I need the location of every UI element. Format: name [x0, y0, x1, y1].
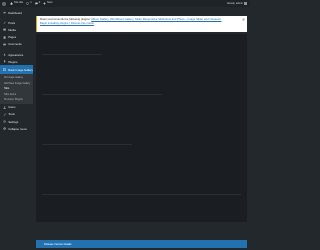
menu-label: Posts	[8, 20, 16, 25]
posts-icon	[3, 21, 6, 25]
menu-users[interactable]: Users	[0, 104, 33, 111]
divider	[42, 54, 102, 55]
gallery-editor-panel	[36, 34, 247, 222]
menu-tools[interactable]: Tools	[0, 111, 33, 118]
home-icon	[10, 2, 13, 5]
comments-icon	[3, 43, 6, 46]
menu-collapse[interactable]: Collapse menu	[0, 125, 33, 132]
menu-media[interactable]: Media	[0, 26, 33, 33]
divider	[42, 194, 241, 195]
menu-rank-image-gallery[interactable]: Rank Image Gallery	[0, 65, 33, 74]
new-label: New	[47, 1, 53, 5]
menu-label: Comments	[8, 42, 22, 47]
gallery-submenu: All Image Gallery Add New Image Gallery …	[0, 73, 33, 104]
menu-label: Tools	[8, 112, 15, 117]
admin-sidebar: Dashboard Posts Media Pages Comments App…	[0, 7, 33, 250]
plus-icon	[43, 2, 46, 5]
comments-icon	[34, 2, 38, 5]
wordpress-logo-icon[interactable]: W	[1, 1, 7, 6]
menu-dashboard[interactable]: Dashboard	[0, 9, 33, 16]
tools-icon	[3, 113, 6, 116]
menu-label: Media	[8, 27, 16, 32]
menu-label: Users	[8, 105, 16, 110]
account-menu[interactable]: Howdy, admin	[227, 2, 247, 5]
menu-appearance[interactable]: Appearance	[0, 51, 33, 58]
comments-count: 0	[38, 1, 41, 5]
comments-link[interactable]: 0	[34, 1, 41, 5]
divider	[42, 94, 162, 95]
pages-icon	[3, 35, 6, 39]
submenu-premium-plugins[interactable]: Premium Plugins	[0, 97, 33, 103]
divider	[42, 144, 132, 145]
menu-label: Collapse menu	[8, 126, 27, 131]
account-label: Howdy, admin	[226, 2, 243, 5]
appearance-icon	[3, 53, 6, 56]
menu-settings[interactable]: Settings	[0, 118, 33, 125]
menu-label: Settings	[8, 119, 19, 124]
notice-plugin-links[interactable]: Album Gallery, WordPress Gallery, Slider…	[91, 17, 221, 21]
updates-link[interactable]: 1	[26, 1, 32, 5]
menu-posts[interactable]: Posts	[0, 19, 33, 26]
plugin-notice: Rutor recommends the following plugins: …	[36, 16, 247, 32]
media-icon	[3, 28, 6, 31]
admin-bar: W Site title 1 0 New Howdy, admin	[0, 0, 250, 7]
collapse-icon	[3, 127, 6, 131]
menu-label: Dashboard	[8, 10, 22, 15]
avatar	[244, 2, 247, 5]
settings-icon	[3, 120, 6, 123]
release-details-label: Release Version Details	[44, 242, 72, 246]
notice-actions-link[interactable]: Begin installing plugins | Dismiss this …	[40, 21, 94, 25]
gallery-icon	[3, 68, 7, 71]
dismiss-icon[interactable]	[242, 18, 245, 21]
new-content-link[interactable]: New	[43, 2, 52, 5]
main-content: Rutor recommends the following plugins: …	[33, 7, 250, 250]
users-icon	[3, 105, 6, 109]
menu-label: Appearance	[8, 52, 24, 57]
menu-plugins[interactable]: Plugins	[0, 58, 33, 65]
menu-label: Plugins	[8, 59, 18, 64]
release-details-bar[interactable]: Release Version Details	[36, 240, 247, 248]
dashboard-icon	[3, 11, 6, 14]
menu-label: Pages	[8, 35, 17, 40]
menu-label: Rank Image Gallery	[8, 67, 33, 72]
updates-count: 1	[30, 1, 32, 5]
site-name: Site title	[14, 1, 24, 5]
updates-icon	[26, 2, 29, 5]
plugins-icon	[3, 60, 6, 63]
menu-pages[interactable]: Pages	[0, 34, 33, 41]
site-name-link[interactable]: Site title	[10, 2, 23, 5]
menu-comments[interactable]: Comments	[0, 41, 33, 48]
